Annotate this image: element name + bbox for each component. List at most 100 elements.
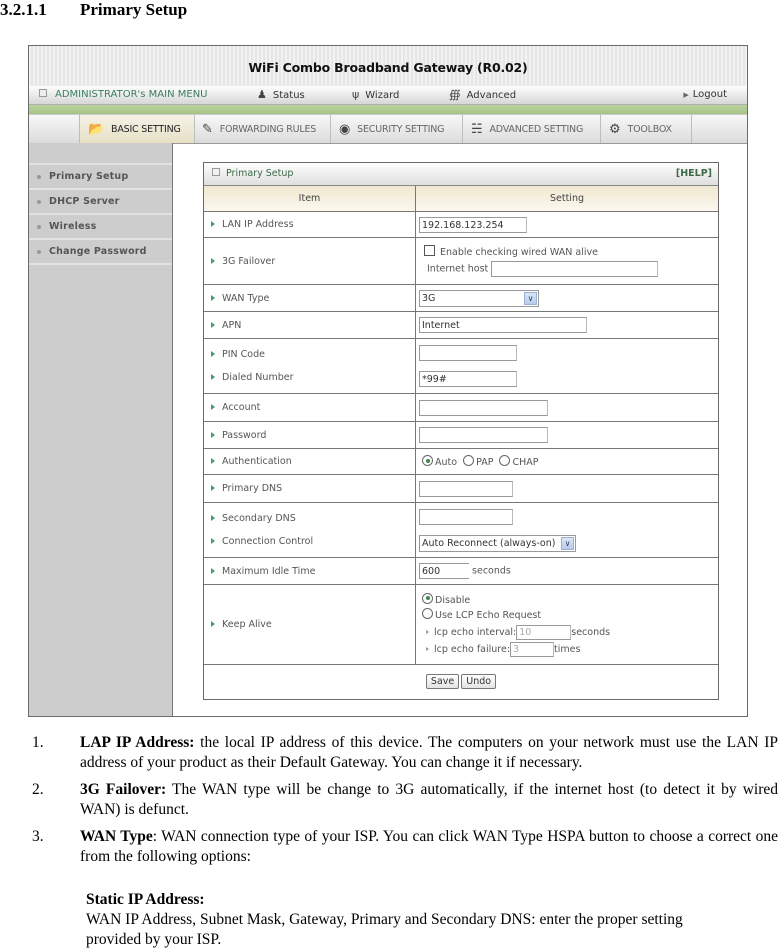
menu-item-advanced[interactable]: ∰ Advanced [449, 88, 516, 101]
row-arrow-icon [211, 221, 215, 227]
row-arrow-icon [211, 567, 215, 574]
menu-item-status[interactable]: ♟ Status [257, 88, 305, 101]
basic-setting-icon: 📂 [88, 121, 104, 137]
tab-forwarding-rules[interactable]: ✎ FORWARDING RULES [194, 115, 331, 143]
status-icon: ♟ [257, 88, 267, 101]
undo-button[interactable]: Undo [461, 674, 497, 690]
column-header-item: Item [204, 186, 416, 212]
apn-input[interactable]: Internet [419, 317, 587, 333]
row-arrow-icon [211, 515, 215, 521]
sidebar-item-primary-setup[interactable]: Primary Setup [29, 165, 172, 190]
row-arrow-icon [211, 538, 215, 544]
section-heading: 3.2.1.1 Primary Setup [0, 0, 187, 20]
secondary-dns-input[interactable] [419, 508, 513, 525]
table-row: WAN Type 3G ∨ [204, 284, 718, 312]
bullet-icon [37, 249, 41, 254]
panel-header: Primary Setup [HELP] [204, 163, 718, 186]
row-arrow-icon [211, 458, 215, 464]
row-arrow-icon [211, 374, 215, 380]
keepalive-disable-radio[interactable] [422, 592, 433, 604]
wan-type-select[interactable]: 3G ∨ [419, 289, 539, 307]
app-title-bar: WiFi Combo Broadband Gateway (R0.02) [29, 46, 747, 86]
auth-chap-radio[interactable] [499, 455, 511, 466]
row-arrow-icon [211, 404, 215, 410]
tab-toolbox[interactable]: ⚙ TOOLBOX [601, 115, 692, 143]
table-row: Keep Alive Disable Use LCP Echo Request … [204, 584, 718, 665]
wan-alive-checkbox[interactable] [424, 245, 435, 256]
menu-item-wizard[interactable]: ψ Wizard [352, 88, 399, 101]
wizard-icon: ψ [352, 88, 360, 101]
admin-main-menu-label: ADMINISTRATOR's MAIN MENU [39, 89, 208, 100]
password-input[interactable] [419, 427, 548, 443]
section-title: Primary Setup [80, 0, 188, 19]
sidebar-item-dhcp-server[interactable]: DHCP Server [29, 190, 172, 215]
primary-setup-panel: Primary Setup [HELP] Item Setting LAN IP… [203, 162, 719, 700]
row-arrow-icon [211, 321, 215, 328]
tab-advanced-setting[interactable]: ☵ ADVANCED SETTING [463, 115, 601, 143]
table-row: Primary DNS [204, 474, 718, 503]
auth-auto-radio[interactable] [422, 455, 433, 466]
max-idle-time-input[interactable]: 600 [419, 563, 469, 579]
square-bullet-icon [39, 89, 47, 97]
help-link[interactable]: [HELP] [676, 168, 712, 179]
panel-title: Primary Setup [226, 168, 294, 179]
keepalive-lcp-radio[interactable] [422, 607, 433, 619]
auth-pap-radio[interactable] [463, 455, 475, 466]
chevron-down-icon: ∨ [524, 291, 537, 305]
chevron-down-icon: ∨ [561, 536, 574, 550]
settings-table: Item Setting LAN IP Address 192.168.123.… [204, 186, 718, 699]
row-arrow-icon [211, 485, 215, 491]
bullet-icon [37, 199, 41, 204]
lcp-echo-failure-input[interactable]: 3 [510, 641, 555, 657]
lcp-echo-interval-input[interactable]: 10 [516, 624, 572, 640]
section-number: 3.2.1.1 [0, 0, 47, 19]
menu-divider-bar [29, 105, 747, 115]
advanced-icon: ∰ [449, 88, 461, 101]
table-row: Maximum Idle Time 600 seconds [204, 557, 718, 585]
dialed-number-input[interactable]: *99# [419, 371, 517, 387]
row-arrow-icon [211, 431, 215, 438]
sidebar-item-change-password[interactable]: Change Password [29, 240, 172, 265]
small-arrow-icon [426, 629, 429, 634]
table-row: Account [204, 393, 718, 422]
internet-host-input[interactable] [491, 261, 659, 277]
row-arrow-icon [211, 294, 215, 301]
table-row: Authentication Auto PAP CHAP [204, 448, 718, 475]
subsection-title: Static IP Address: [86, 891, 205, 908]
connection-control-select[interactable]: Auto Reconnect (always-on) ∨ [419, 534, 576, 552]
logout-link[interactable]: ▶ Logout [683, 89, 727, 100]
table-row: APN Internet [204, 311, 718, 339]
settings-tab-bar: 📂 BASIC SETTING ✎ FORWARDING RULES ◉ SECURI… [29, 115, 747, 144]
app-title: WiFi Combo Broadband Gateway (R0.02) [248, 60, 528, 75]
primary-dns-input[interactable] [419, 480, 513, 497]
row-arrow-icon [211, 621, 215, 627]
bullet-icon [37, 224, 41, 229]
toolbox-icon: ⚙ [609, 121, 621, 137]
router-admin-screenshot: WiFi Combo Broadband Gateway (R0.02) ADM… [28, 45, 748, 717]
bullet-icon [37, 174, 41, 179]
main-menu: ADMINISTRATOR's MAIN MENU ♟ Status ψ Wizar… [29, 86, 747, 105]
column-header-setting: Setting [415, 186, 718, 212]
tab-basic-setting[interactable]: 📂 BASIC SETTING [79, 115, 195, 143]
tab-security-setting[interactable]: ◉ SECURITY SETTING [331, 115, 463, 143]
table-header-row: Item Setting [204, 186, 718, 212]
account-input[interactable] [419, 399, 548, 416]
table-row: Password [204, 421, 718, 449]
advanced-setting-icon: ☵ [471, 121, 483, 137]
arrow-right-icon: ▶ [683, 91, 689, 99]
forwarding-rules-icon: ✎ [202, 121, 213, 137]
security-setting-icon: ◉ [339, 121, 351, 137]
save-button[interactable]: Save [425, 674, 460, 690]
square-bullet-icon [212, 168, 220, 176]
row-arrow-icon [211, 257, 215, 264]
sidebar-item-wireless[interactable]: Wireless [29, 215, 172, 240]
sidebar: Primary Setup DHCP Server Wireless Chang… [29, 143, 173, 716]
table-row: 3G Failover Enable checking wired WAN al… [204, 237, 718, 285]
lan-ip-input[interactable]: 192.168.123.254 [419, 216, 527, 233]
pin-code-input[interactable] [419, 345, 517, 361]
table-row: PIN Code Dialed Number *99# [204, 338, 718, 394]
small-arrow-icon [426, 646, 429, 651]
table-row: LAN IP Address 192.168.123.254 [204, 211, 718, 238]
row-arrow-icon [211, 351, 215, 357]
table-row: Secondary DNS Connection Control Auto Re… [204, 502, 718, 558]
